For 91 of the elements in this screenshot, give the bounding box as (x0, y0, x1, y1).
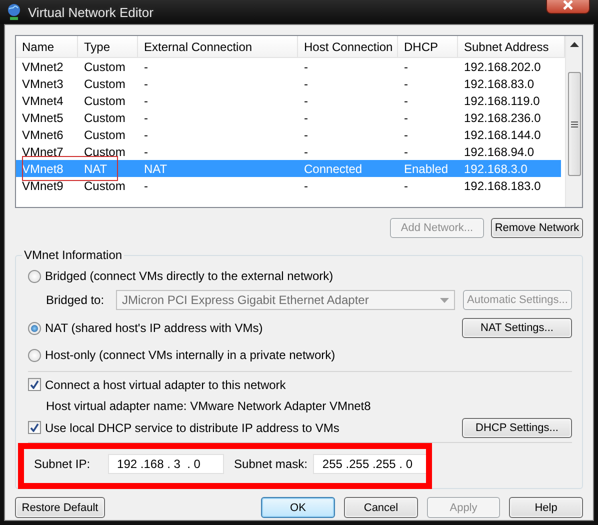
table-cell-text: VMnet6 (21, 128, 64, 142)
bridged-to-label: Bridged to: (46, 293, 104, 308)
table-cell-text: 192.168.202.0 (463, 60, 542, 74)
radio-label: NAT (shared host's IP address with VMs) (45, 321, 263, 336)
table-cell-text: Custom (83, 144, 126, 158)
network-row[interactable]: VMnet4 Custom - - - 192.168.119.0 (16, 92, 561, 109)
network-row[interactable]: VMnet5 Custom - - - 192.168.236.0 (16, 109, 561, 126)
table-cell-text: - (143, 178, 149, 192)
table-cell-text: 192.168.83.0 (463, 76, 536, 90)
group-title: VMnet Information (22, 248, 124, 262)
subnet-ip-field[interactable]: 192 .168 . 3 . 0 (108, 454, 224, 474)
nat-settings-button[interactable]: NAT Settings... (462, 318, 572, 338)
table-cell-text: - (403, 144, 409, 158)
table-cell-text: - (143, 94, 149, 108)
table-cell-text: - (143, 110, 149, 124)
table-cell-text: - (143, 60, 149, 74)
network-row[interactable]: VMnet3 Custom - - - 192.168.83.0 (16, 75, 561, 92)
table-cell-text: - (143, 76, 149, 90)
dialog-button[interactable]: Cancel (344, 497, 418, 518)
column-header[interactable]: DHCP (398, 36, 458, 57)
table-cell-text: - (303, 94, 309, 108)
table-cell-text: - (403, 110, 409, 124)
table-cell-text: 192.168.236.0 (463, 110, 542, 124)
subnet-mask-label: Subnet mask: (234, 456, 308, 471)
table-cell-text: - (303, 76, 309, 90)
table-cell-text: 192.168.94.0 (463, 144, 536, 158)
table-cell-text: VMnet9 (21, 178, 64, 192)
table-cell-text: - (303, 60, 309, 74)
scrollbar[interactable] (565, 36, 582, 207)
table-cell-text: Custom (83, 110, 126, 124)
table-cell-text: - (403, 76, 409, 90)
network-row[interactable]: VMnet9 Custom - - - 192.168.183.0 (16, 177, 561, 194)
globe-icon (6, 3, 22, 21)
table-cell-text: - (303, 178, 309, 192)
table-cell-text: VMnet7 (21, 144, 64, 158)
table-cell-text: VMnet5 (21, 110, 64, 124)
table-cell-text: VMnet8 (21, 162, 64, 176)
dhcp-settings-button[interactable]: DHCP Settings... (462, 418, 572, 438)
dropdown-arrow-icon (440, 298, 449, 303)
table-cell-text: - (143, 144, 149, 158)
table-cell-text: - (403, 178, 409, 192)
adapter-name-text: Host virtual adapter name: VMware Network Adapter VMnet8 (46, 398, 371, 413)
table-cell-text: 192.168.119.0 (463, 94, 541, 108)
table-cell-text: Enabled (403, 162, 450, 176)
table-cell-text: VMnet4 (21, 94, 64, 108)
network-row[interactable]: VMnet6 Custom - - - 192.168.144.0 (16, 126, 561, 143)
checkbox[interactable] (28, 421, 41, 434)
close-button[interactable] (546, 0, 590, 14)
column-header[interactable]: External Connection (138, 36, 298, 57)
table-cell-text: Custom (83, 60, 126, 74)
checkbox-label: Use local DHCP service to distribute IP address to VMs (45, 420, 340, 435)
radio-label: Bridged (connect VMs directly to the external network) (45, 269, 334, 284)
table-cell-text: - (403, 94, 409, 108)
table-cell-text: 192.168.144.0 (463, 128, 542, 142)
radio-button[interactable] (28, 348, 41, 362)
dialog-button[interactable]: OK (261, 497, 335, 518)
scroll-up-icon[interactable] (570, 42, 578, 47)
scroll-thumb[interactable] (568, 72, 580, 176)
column-header[interactable]: Host Connection (298, 36, 398, 57)
table-cell-text: Custom (83, 128, 126, 142)
table-cell-text: 192.168.3.0 (463, 162, 528, 176)
window-title: Virtual Network Editor (28, 4, 154, 20)
radio-label: Host-only (connect VMs internally in a private network) (45, 348, 336, 362)
radio-button[interactable] (28, 270, 41, 283)
checkbox-label: Connect a host virtual adapter to this network (45, 378, 286, 392)
radio-button[interactable] (28, 322, 41, 335)
table-cell-text: NAT (83, 162, 108, 176)
table-cell-text: Custom (83, 94, 126, 108)
table-cell-text: - (143, 128, 149, 142)
table-cell-text: - (403, 128, 409, 142)
table-cell-text: Connected (303, 162, 364, 176)
table-cell-text: - (303, 144, 309, 158)
table-cell-text: VMnet3 (21, 76, 64, 90)
checkbox[interactable] (28, 378, 41, 392)
table-cell-text: - (303, 128, 309, 142)
close-icon (562, 0, 574, 10)
subnet-ip-label: Subnet IP: (34, 456, 90, 471)
column-header[interactable]: Name (16, 36, 78, 57)
column-header[interactable]: Type (78, 36, 138, 57)
table-cell-text: Custom (83, 76, 126, 90)
table-cell-text: 192.168.183.0 (463, 178, 542, 192)
table-cell-text: - (303, 110, 309, 124)
table-cell-text: VMnet2 (21, 60, 64, 74)
dialog-button[interactable]: Help (509, 497, 583, 518)
network-row[interactable]: VMnet7 Custom - - - 192.168.94.0 (16, 143, 561, 160)
remove-network-button[interactable]: Remove Network (491, 218, 583, 238)
dialog-button[interactable]: Restore Default (15, 497, 105, 518)
table-cell-text: NAT (143, 162, 168, 176)
network-row[interactable]: VMnet2 Custom - - - 192.168.202.0 (16, 58, 561, 75)
table-cell-text: Custom (83, 178, 126, 192)
table-cell-text: - (403, 60, 409, 74)
